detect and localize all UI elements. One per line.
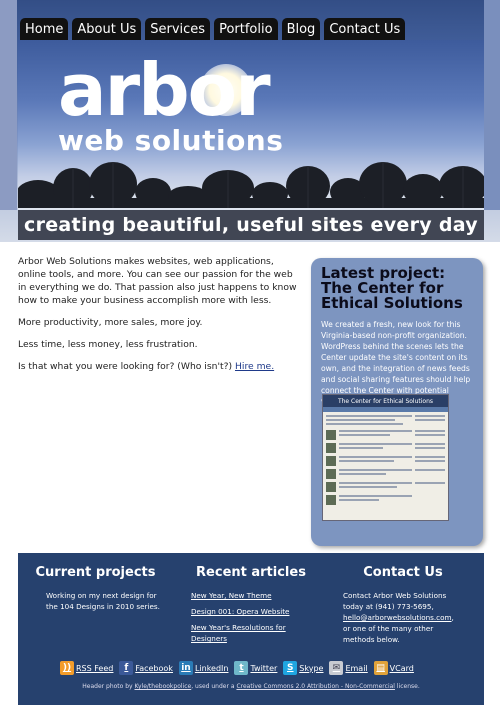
nav-services[interactable]: Services <box>145 18 211 40</box>
article-link[interactable]: New Year, New Theme <box>191 590 311 601</box>
linkedin-link[interactable]: in LinkedIn <box>178 661 228 675</box>
header-background-left <box>0 0 17 210</box>
current-projects-text: Working on my next design for the 104 De… <box>46 591 160 611</box>
tagline-banner: creating beautiful, useful sites every d… <box>18 210 484 240</box>
screenshot-row <box>326 430 445 440</box>
email-link[interactable]: hello@arborwebsolutions.com <box>343 613 452 622</box>
nav-blog[interactable]: Blog <box>281 18 321 40</box>
latest-project-heading: Latest project: The Center for Ethical S… <box>321 266 473 311</box>
vcard-link[interactable]: ▤ VCard <box>373 661 414 675</box>
article-link[interactable]: New Year's Resolutions for Designers <box>191 622 311 644</box>
linkedin-icon: in <box>178 661 193 675</box>
recent-articles-heading: Recent articles <box>196 565 306 580</box>
current-projects-column: Current projects Working on my next desi… <box>28 565 163 612</box>
contact-text: Contact Arbor Web Solutions today at (94… <box>343 590 463 645</box>
nav-home[interactable]: Home <box>20 18 69 40</box>
contact-phone-text: Contact Arbor Web Solutions today at (94… <box>343 591 447 611</box>
less-line: Less time, less money, less frustration. <box>18 339 198 350</box>
article-link[interactable]: Design 001: Opera Website <box>191 606 311 617</box>
credit-suffix: license. <box>396 683 420 690</box>
screenshot-row <box>326 482 445 492</box>
screenshot-body <box>323 412 448 511</box>
site-header: Home About Us Services Portfolio Blog Co… <box>0 0 500 242</box>
logo-wordmark[interactable]: arbor <box>58 50 271 130</box>
header-banner: arbor web solutions creating beautiful, … <box>18 40 484 240</box>
current-projects-heading: Current projects <box>35 565 156 580</box>
question-text: Is that what you were looking for? (Who … <box>18 361 233 372</box>
twitter-icon: t <box>234 661 249 675</box>
nav-about-us[interactable]: About Us <box>72 18 142 40</box>
facebook-icon: f <box>119 661 134 675</box>
recent-articles-column: Recent articles New Year, New Theme Desi… <box>191 565 311 649</box>
contact-heading: Contact Us <box>363 565 443 580</box>
screenshot-row <box>326 415 445 427</box>
social-links: )) RSS Feed f Facebook in LinkedIn t Twitter… <box>60 661 414 675</box>
credit-prefix: Header photo by <box>82 683 133 690</box>
email-contact-link[interactable]: ✉ Email <box>329 661 368 675</box>
credit-middle: , used under a <box>191 683 235 690</box>
rss-icon: )) <box>60 661 74 675</box>
vcard-icon: ▤ <box>373 661 388 675</box>
intro-paragraph: Arbor Web Solutions makes websites, web … <box>18 256 297 306</box>
skype-link[interactable]: S Skype <box>283 661 323 675</box>
facebook-link[interactable]: f Facebook <box>119 661 173 675</box>
nav-contact-us[interactable]: Contact Us <box>324 18 406 40</box>
screenshot-row <box>326 495 445 505</box>
project-name[interactable]: The Center for Ethical Solutions <box>321 279 463 312</box>
project-screenshot[interactable]: The Center for Ethical Solutions <box>322 394 449 521</box>
main-nav: Home About Us Services Portfolio Blog Co… <box>20 18 406 40</box>
photo-credit: Header photo by Kyle/thebookpolice, used… <box>18 683 484 690</box>
screenshot-row <box>326 456 445 466</box>
skype-icon: S <box>283 661 298 675</box>
intro-content: Arbor Web Solutions makes websites, web … <box>18 255 303 382</box>
screenshot-site-title: The Center for Ethical Solutions <box>323 395 448 407</box>
rss-feed-link[interactable]: )) RSS Feed <box>60 661 113 675</box>
email-icon: ✉ <box>329 661 344 675</box>
header-background-right <box>484 0 500 210</box>
site-footer: Current projects Working on my next desi… <box>18 553 484 705</box>
screenshot-row <box>326 443 445 453</box>
nav-portfolio[interactable]: Portfolio <box>214 18 278 40</box>
logo-subtitle: web solutions <box>58 124 284 157</box>
productivity-line: More productivity, more sales, more joy. <box>18 317 203 328</box>
latest-project-panel: Latest project: The Center for Ethical S… <box>311 258 483 546</box>
tree-line-illustration <box>18 162 484 208</box>
question-line: Is that what you were looking for? (Who … <box>18 360 303 373</box>
screenshot-row <box>326 469 445 479</box>
license-link[interactable]: Creative Commons 2.0 Attribution - Non-C… <box>236 683 395 690</box>
hire-me-link[interactable]: Hire me. <box>235 361 274 372</box>
twitter-link[interactable]: t Twitter <box>234 661 277 675</box>
photographer-link[interactable]: Kyle/thebookpolice <box>135 683 192 690</box>
contact-column: Contact Us Contact Arbor Web Solutions t… <box>343 565 463 645</box>
